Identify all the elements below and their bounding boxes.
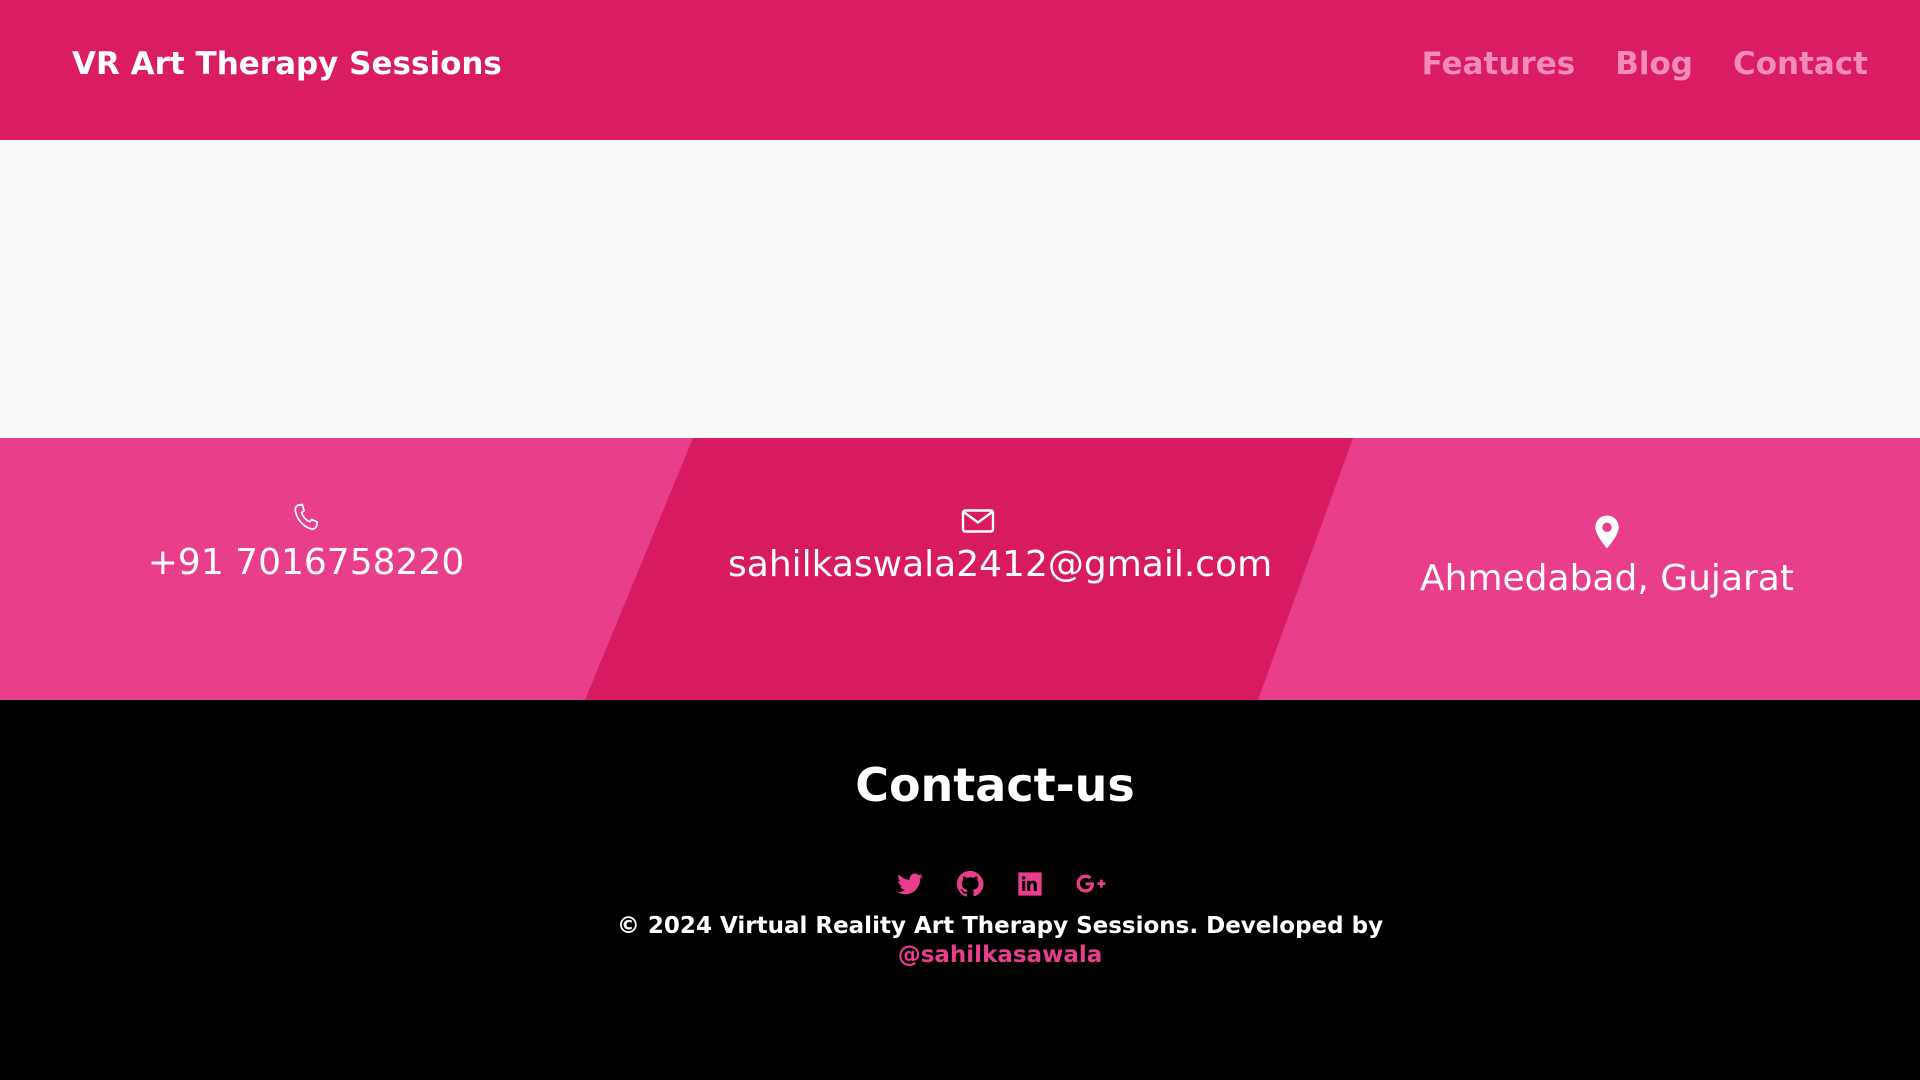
contact-email: sahilkaswala2412@gmail.com [728,506,1273,585]
github-icon [956,870,984,897]
nav-link-contact[interactable]: Contact [1733,46,1868,82]
linkedin-link[interactable] [1016,870,1044,898]
location-text: Ahmedabad, Gujarat [1420,558,1794,599]
footer: Contact-us © 2024 Virtual Reality Art Th… [0,700,1920,1080]
navbar: VR Art Therapy Sessions Features Blog Co… [0,0,1920,140]
nav-link-blog[interactable]: Blog [1615,46,1693,82]
twitter-link[interactable] [896,870,924,898]
map-pin-icon [1595,515,1619,549]
developer-handle-link[interactable]: @sahilkasawala [898,942,1103,968]
copyright-notice: © 2024 Virtual Reality Art Therapy Sessi… [560,912,1440,970]
phone-text: +91 7016758220 [147,542,465,583]
phone-icon [294,503,319,530]
social-links [896,870,1106,898]
contact-phone: +91 7016758220 [120,500,492,583]
contact-location: Ahmedabad, Gujarat [1400,514,1814,599]
twitter-icon [897,873,923,895]
github-link[interactable] [956,870,984,898]
main-nav: Features Blog Contact [1422,46,1868,82]
google-plus-link[interactable] [1076,870,1106,898]
mail-icon [961,509,995,533]
footer-title: Contact-us [855,758,1135,812]
email-text: sahilkaswala2412@gmail.com [728,544,1273,585]
nav-link-features[interactable]: Features [1422,46,1576,82]
copyright-text: © 2024 Virtual Reality Art Therapy Sessi… [616,913,1384,939]
contact-info-strip: +91 7016758220 sahilkaswala2412@gmail.co… [0,438,1920,700]
google-plus-icon [1076,874,1106,893]
content-area [0,140,1920,438]
linkedin-icon [1018,872,1042,896]
brand-link[interactable]: VR Art Therapy Sessions [72,46,502,82]
